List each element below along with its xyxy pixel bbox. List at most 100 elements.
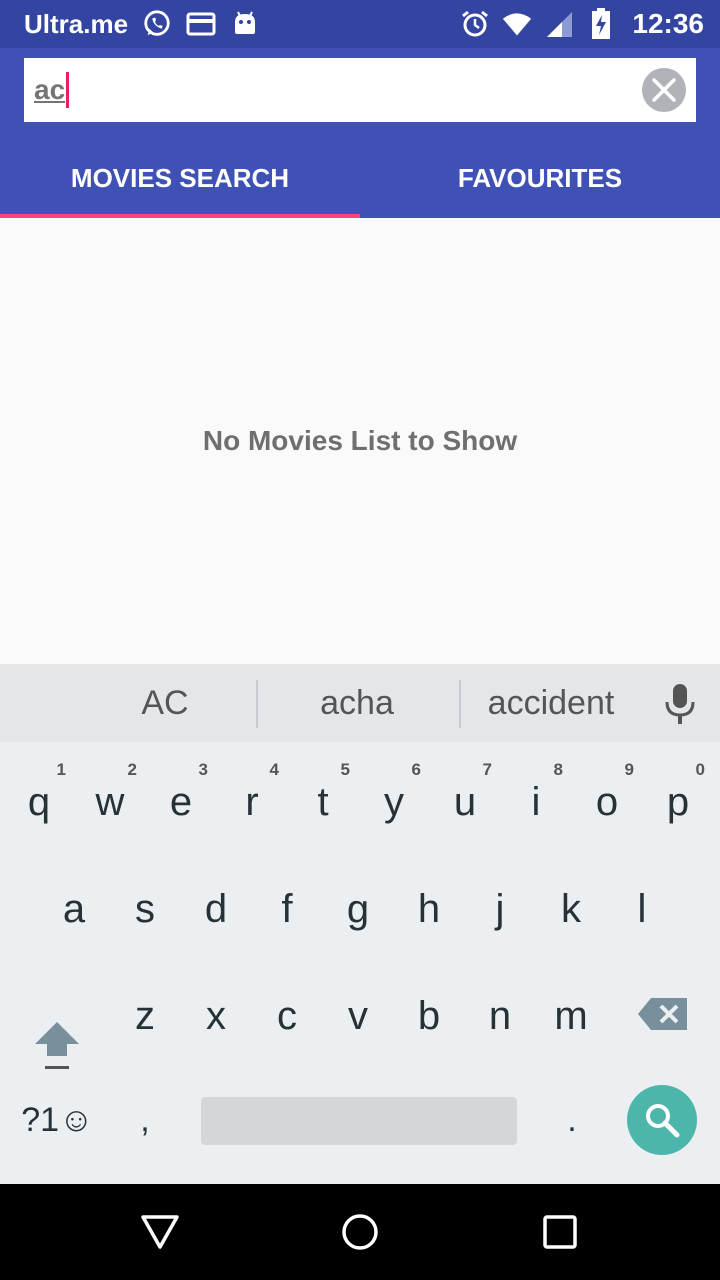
key-label: k (561, 886, 581, 931)
suggestion-1[interactable]: AC (70, 664, 260, 742)
key-label: l (637, 886, 647, 931)
key-b[interactable]: b (394, 966, 464, 1066)
key-q[interactable]: q1 (4, 752, 74, 852)
search-input[interactable]: ac (34, 70, 70, 110)
key-hint: 3 (198, 760, 208, 779)
recents-button[interactable] (536, 1208, 584, 1256)
key-label: y (384, 779, 404, 824)
key-h[interactable]: h (394, 859, 464, 959)
key-hint: 9 (624, 760, 634, 779)
key-label: a (62, 886, 86, 931)
movies-list-area: No Movies List to Show (0, 218, 720, 664)
status-right: 12:36 (460, 0, 704, 48)
tab-movies-search[interactable]: MOVIES SEARCH (0, 138, 360, 218)
key-x[interactable]: x (181, 966, 251, 1066)
key-label: m (554, 993, 588, 1038)
microphone-icon[interactable] (660, 682, 700, 726)
navigation-bar (0, 1184, 720, 1280)
comma-key[interactable]: , (110, 1070, 180, 1170)
status-left: Ultra.me (24, 0, 260, 48)
search-action-key[interactable] (627, 1085, 697, 1155)
key-label: o (595, 779, 619, 824)
key-hint: 8 (553, 760, 563, 779)
key-label: u (453, 779, 477, 824)
recents-square-icon (543, 1215, 577, 1249)
period-key[interactable]: . (537, 1070, 607, 1170)
screen: Ultra.me 12:36 ac MOVIES SEARCH FAVOURIT… (0, 0, 720, 1280)
key-o[interactable]: o9 (572, 752, 642, 852)
suggestion-strip: AC acha accident (0, 664, 720, 742)
key-label: r (245, 779, 259, 824)
key-label: j (495, 886, 505, 931)
back-button[interactable] (136, 1208, 184, 1256)
back-triangle-icon (141, 1215, 179, 1249)
key-p[interactable]: p0 (643, 752, 713, 852)
key-d[interactable]: d (181, 859, 251, 959)
key-label: n (488, 993, 512, 1038)
shift-icon (35, 1022, 79, 1069)
key-g[interactable]: g (323, 859, 393, 959)
key-label: f (281, 886, 293, 931)
key-label: e (169, 779, 193, 824)
key-label: i (531, 779, 541, 824)
suggestion-divider (459, 680, 461, 728)
key-v[interactable]: v (323, 966, 393, 1066)
tab-favourites[interactable]: FAVOURITES (360, 138, 720, 218)
key-s[interactable]: s (110, 859, 180, 959)
card-icon (186, 9, 216, 39)
key-j[interactable]: j (465, 859, 535, 959)
key-r[interactable]: r4 (217, 752, 287, 852)
tab-favourites-label: FAVOURITES (457, 162, 623, 193)
key-hint: 6 (411, 760, 421, 779)
key-label: p (666, 779, 690, 824)
signal-icon (544, 9, 574, 39)
key-hint: 2 (127, 760, 137, 779)
empty-state-message: No Movies List to Show (202, 425, 518, 456)
key-i[interactable]: i8 (501, 752, 571, 852)
app-bar: ac MOVIES SEARCH FAVOURITES (0, 48, 720, 218)
key-hint: 5 (340, 760, 350, 779)
status-time: 12:36 (632, 8, 704, 39)
key-e[interactable]: e3 (146, 752, 216, 852)
key-c[interactable]: c (252, 966, 322, 1066)
battery-charging-icon (586, 8, 616, 39)
keyboard: AC acha accident q1w2e3r4t5y6u7i8o9p0 as… (0, 664, 720, 1184)
key-hint: 7 (482, 760, 492, 779)
key-l[interactable]: l (607, 859, 677, 959)
key-w[interactable]: w2 (75, 752, 145, 852)
key-f[interactable]: f (252, 859, 322, 959)
key-n[interactable]: n (465, 966, 535, 1066)
status-bar: Ultra.me 12:36 (0, 0, 720, 48)
alarm-icon (460, 9, 490, 39)
key-hint: 1 (56, 760, 66, 779)
symbols-key[interactable]: ?1☺ (20, 1070, 95, 1170)
backspace-key[interactable] (628, 964, 698, 1064)
suggestion-3[interactable]: accident (465, 664, 637, 742)
key-a[interactable]: a (39, 859, 109, 959)
search-icon (646, 1104, 680, 1138)
clear-search-button[interactable] (642, 68, 686, 112)
search-box[interactable]: ac (24, 58, 696, 122)
key-t[interactable]: t5 (288, 752, 358, 852)
key-label: v (348, 993, 368, 1038)
key-z[interactable]: z (110, 966, 180, 1066)
key-u[interactable]: u7 (430, 752, 500, 852)
home-circle-icon (342, 1214, 378, 1250)
space-bar[interactable] (201, 1097, 517, 1145)
key-label: d (204, 886, 228, 931)
suggestion-2[interactable]: acha (262, 664, 452, 742)
key-hint: 0 (695, 760, 705, 779)
key-label: s (135, 886, 155, 931)
whatsapp-icon (142, 9, 172, 39)
home-button[interactable] (336, 1208, 384, 1256)
key-label: q (27, 779, 51, 824)
key-label: z (135, 993, 155, 1038)
key-hint: 4 (269, 760, 279, 779)
text-caret (66, 72, 70, 108)
key-k[interactable]: k (536, 859, 606, 959)
key-label: t (317, 779, 329, 824)
close-icon (652, 78, 676, 102)
search-input-value: ac (34, 74, 66, 105)
key-y[interactable]: y6 (359, 752, 429, 852)
key-m[interactable]: m (536, 966, 606, 1066)
